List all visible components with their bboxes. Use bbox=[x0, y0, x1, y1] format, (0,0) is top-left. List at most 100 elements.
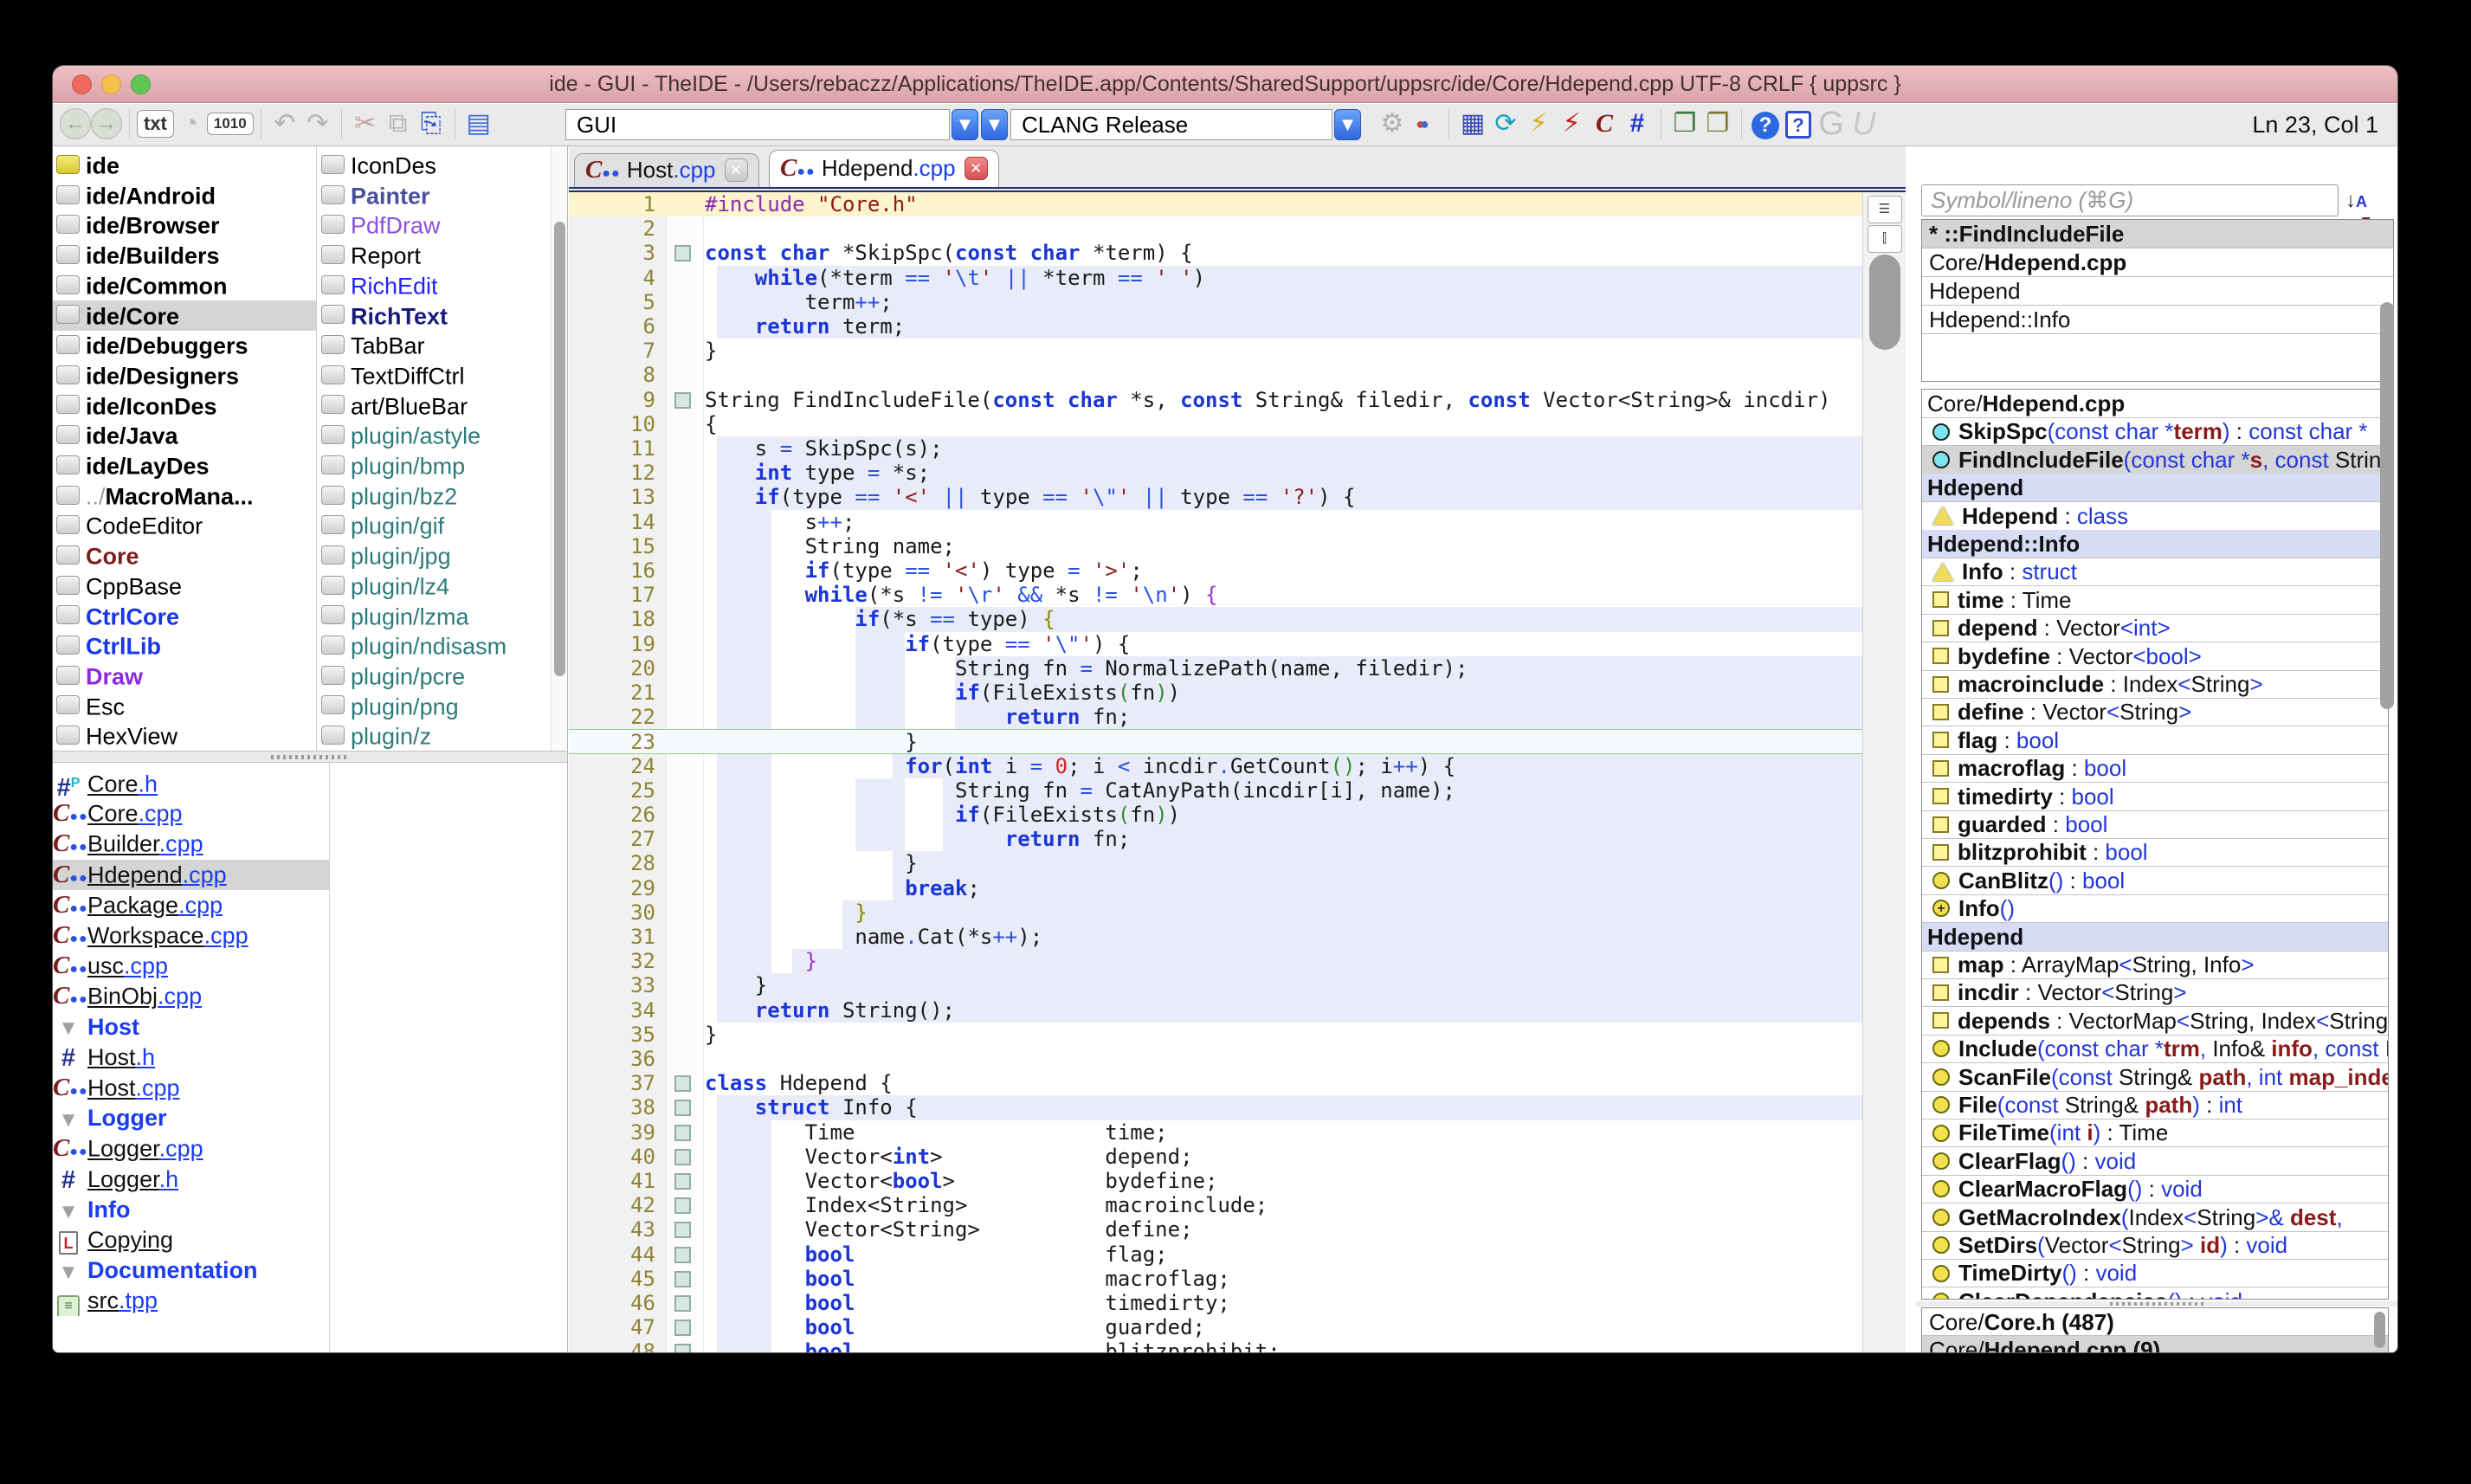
editor-scrollbar[interactable]: ☰ ⫿ bbox=[1862, 192, 1906, 1353]
file-item[interactable]: C●●Logger.cpp bbox=[53, 1133, 329, 1164]
sync-icon[interactable]: ⟳ bbox=[1489, 108, 1522, 139]
file-item[interactable]: ▼Info bbox=[53, 1195, 329, 1225]
code-line[interactable]: 12 int type = *s; bbox=[569, 461, 1862, 485]
package-settings-icon[interactable]: ⚙ bbox=[1376, 108, 1409, 139]
package-item[interactable]: plugin/pcre bbox=[318, 661, 557, 691]
file-item[interactable]: C●●Hdepend.cpp bbox=[53, 860, 329, 890]
package-item[interactable]: plugin/astyle bbox=[318, 420, 557, 450]
package-item[interactable]: RichText bbox=[318, 300, 557, 331]
code-line[interactable]: 47 bool guarded; bbox=[569, 1315, 1862, 1339]
package-item[interactable]: Esc bbox=[53, 691, 316, 721]
code-line[interactable]: 17 while(*s != '\r' && *s != '\n') { bbox=[569, 583, 1862, 607]
code-line[interactable]: 9String FindIncludeFile(const char *s, c… bbox=[569, 388, 1862, 412]
navigator-marker-icon[interactable] bbox=[674, 1149, 691, 1165]
member-item[interactable]: blitzprohibit : bool bbox=[1922, 838, 2388, 867]
code-line[interactable]: 5 term++; bbox=[569, 290, 1862, 314]
package-item[interactable]: Report bbox=[318, 240, 557, 270]
package-item[interactable]: ide/Android bbox=[53, 180, 316, 210]
member-item[interactable]: time : Time bbox=[1922, 586, 2388, 615]
member-scope-header[interactable]: Hdepend::Info bbox=[1922, 530, 2388, 558]
package-item[interactable]: plugin/ndisasm bbox=[318, 630, 557, 661]
code-line[interactable]: 15 String name; bbox=[569, 534, 1862, 558]
code-line[interactable]: 1#include "Core.h" bbox=[569, 192, 1862, 216]
symbol-scope-item[interactable]: * ::FindIncludeFile bbox=[1922, 220, 2393, 248]
browser-bottom-splitter[interactable] bbox=[1916, 1301, 2398, 1307]
code-line[interactable]: 7} bbox=[569, 339, 1862, 363]
package-item[interactable]: plugin/gif bbox=[318, 510, 557, 540]
code-line[interactable]: 45 bool macroflag; bbox=[569, 1267, 1862, 1291]
code-line[interactable]: 38 struct Info { bbox=[569, 1095, 1862, 1119]
member-item[interactable]: incdir : Vector<String> bbox=[1922, 978, 2388, 1007]
spheres-icon[interactable]: ●● bbox=[1409, 108, 1442, 139]
redo-icon[interactable]: ↷ bbox=[301, 108, 334, 139]
package-item[interactable]: ide/Core bbox=[53, 300, 316, 331]
member-item[interactable]: TimeDirty() : void bbox=[1922, 1259, 2388, 1287]
code-line[interactable]: 18 if(*s == type) { bbox=[569, 607, 1862, 631]
run-icon[interactable]: ❐ bbox=[1668, 108, 1701, 139]
member-item[interactable]: timedirty : bool bbox=[1922, 783, 2388, 811]
code-line[interactable]: 3const char *SkipSpc(const char *term) { bbox=[569, 241, 1862, 265]
symbol-scope-item[interactable]: Hdepend bbox=[1922, 277, 2393, 306]
binary-mode-button[interactable]: 1010 bbox=[207, 113, 254, 135]
editor-tab[interactable]: C●● Hdepend.cpp✕ bbox=[769, 150, 999, 187]
code-line[interactable]: 29 break; bbox=[569, 876, 1862, 900]
member-scope-header[interactable]: Hdepend bbox=[1922, 923, 2388, 952]
member-item[interactable]: SetDirs(Vector<String> id) : void bbox=[1922, 1231, 2388, 1260]
file-item[interactable]: C●●Host.cpp bbox=[53, 1073, 329, 1103]
package-item[interactable]: CtrlCore bbox=[53, 601, 316, 631]
code-line[interactable]: 23 } bbox=[569, 729, 1862, 753]
navigator-marker-icon[interactable] bbox=[674, 1295, 691, 1312]
member-item[interactable]: FindIncludeFile(const char *s, const Str… bbox=[1922, 446, 2388, 474]
help-circle-icon[interactable]: ? bbox=[1749, 108, 1782, 139]
file-item[interactable]: ≡src.tpp bbox=[53, 1286, 329, 1316]
package-item[interactable]: plugin/png bbox=[318, 691, 557, 721]
sort-alpha-icon[interactable]: ↓AZ bbox=[2345, 184, 2394, 216]
member-item[interactable]: CanBlitz() : bool bbox=[1922, 867, 2388, 895]
forward-icon[interactable]: → bbox=[91, 108, 122, 139]
split-vertical-button[interactable]: ⫿ bbox=[1868, 225, 1902, 253]
build-icon[interactable]: ⚡ bbox=[1522, 108, 1555, 139]
main-config-dropdown[interactable]: GUI bbox=[565, 109, 950, 140]
editor-tab[interactable]: C●● Host.cpp✕ bbox=[574, 153, 759, 187]
member-item[interactable]: depends : VectorMap<String, Index<String… bbox=[1922, 1007, 2388, 1036]
file-item[interactable]: #Host.h bbox=[53, 1042, 329, 1073]
package-columns-divider[interactable] bbox=[316, 146, 317, 751]
member-item[interactable]: map : ArrayMap<String, Info> bbox=[1922, 951, 2388, 979]
navigator-marker-icon[interactable] bbox=[674, 1271, 691, 1287]
package-item[interactable]: TabBar bbox=[318, 330, 557, 360]
dependency-file-item[interactable]: Core/Hdepend.cpp (9) bbox=[1922, 1336, 2388, 1353]
debug-layout-icon[interactable]: ▦ bbox=[1456, 108, 1489, 139]
new-document-icon[interactable]: ▤ bbox=[462, 108, 495, 139]
code-line[interactable]: 25 String fn = CatAnyPath(incdir[i], nam… bbox=[569, 778, 1862, 803]
code-line[interactable]: 22 return fn; bbox=[569, 705, 1862, 729]
file-item[interactable]: C●●Package.cpp bbox=[53, 890, 329, 920]
file-item[interactable]: C●●Workspace.cpp bbox=[53, 920, 329, 951]
member-item[interactable]: FileTime(int i) : Time bbox=[1922, 1119, 2388, 1147]
rebuild-icon[interactable]: ⚡ bbox=[1555, 108, 1588, 139]
help-box-icon[interactable]: ? bbox=[1782, 108, 1815, 139]
code-line[interactable]: 20 String fn = NormalizePath(name, filed… bbox=[569, 656, 1862, 681]
code-line[interactable]: 44 bool flag; bbox=[569, 1242, 1862, 1267]
member-item[interactable]: SkipSpc(const char *term) : const char * bbox=[1922, 417, 2388, 446]
file-item[interactable]: ▼Host bbox=[53, 1012, 329, 1042]
navigator-marker-icon[interactable] bbox=[674, 1173, 691, 1190]
package-item[interactable]: ide bbox=[53, 150, 316, 180]
package-item[interactable]: ide/Designers bbox=[53, 360, 316, 390]
code-line[interactable]: 24 for(int i = 0; i < incdir.GetCount();… bbox=[569, 754, 1862, 778]
code-line[interactable]: 36 bbox=[569, 1047, 1862, 1071]
paste-icon[interactable]: ⎘ bbox=[415, 108, 448, 139]
code-line[interactable]: 43 Vector<String> define; bbox=[569, 1217, 1862, 1242]
build-method-dropdown-arrow-icon[interactable]: ▼ bbox=[981, 109, 1008, 140]
package-item[interactable]: plugin/bz2 bbox=[318, 481, 557, 511]
member-item[interactable]: ClearDependencies() : void bbox=[1922, 1287, 2388, 1300]
code-line[interactable]: 42 Index<String> macroinclude; bbox=[569, 1193, 1862, 1217]
package-item[interactable]: plugin/z bbox=[318, 720, 557, 751]
member-item[interactable]: bydefine : Vector<bool> bbox=[1922, 642, 2388, 671]
package-item[interactable]: ide/Builders bbox=[53, 240, 316, 270]
package-item[interactable]: plugin/jpg bbox=[318, 540, 557, 571]
build-method-dropdown[interactable]: CLANG Release bbox=[1010, 109, 1332, 140]
navigator-marker-icon[interactable] bbox=[674, 1125, 691, 1141]
file-item[interactable]: #PCore.h bbox=[53, 768, 329, 798]
code-area[interactable]: 1#include "Core.h"23const char *SkipSpc(… bbox=[569, 192, 1862, 1353]
run-options-icon[interactable]: ❐ bbox=[1701, 108, 1734, 139]
